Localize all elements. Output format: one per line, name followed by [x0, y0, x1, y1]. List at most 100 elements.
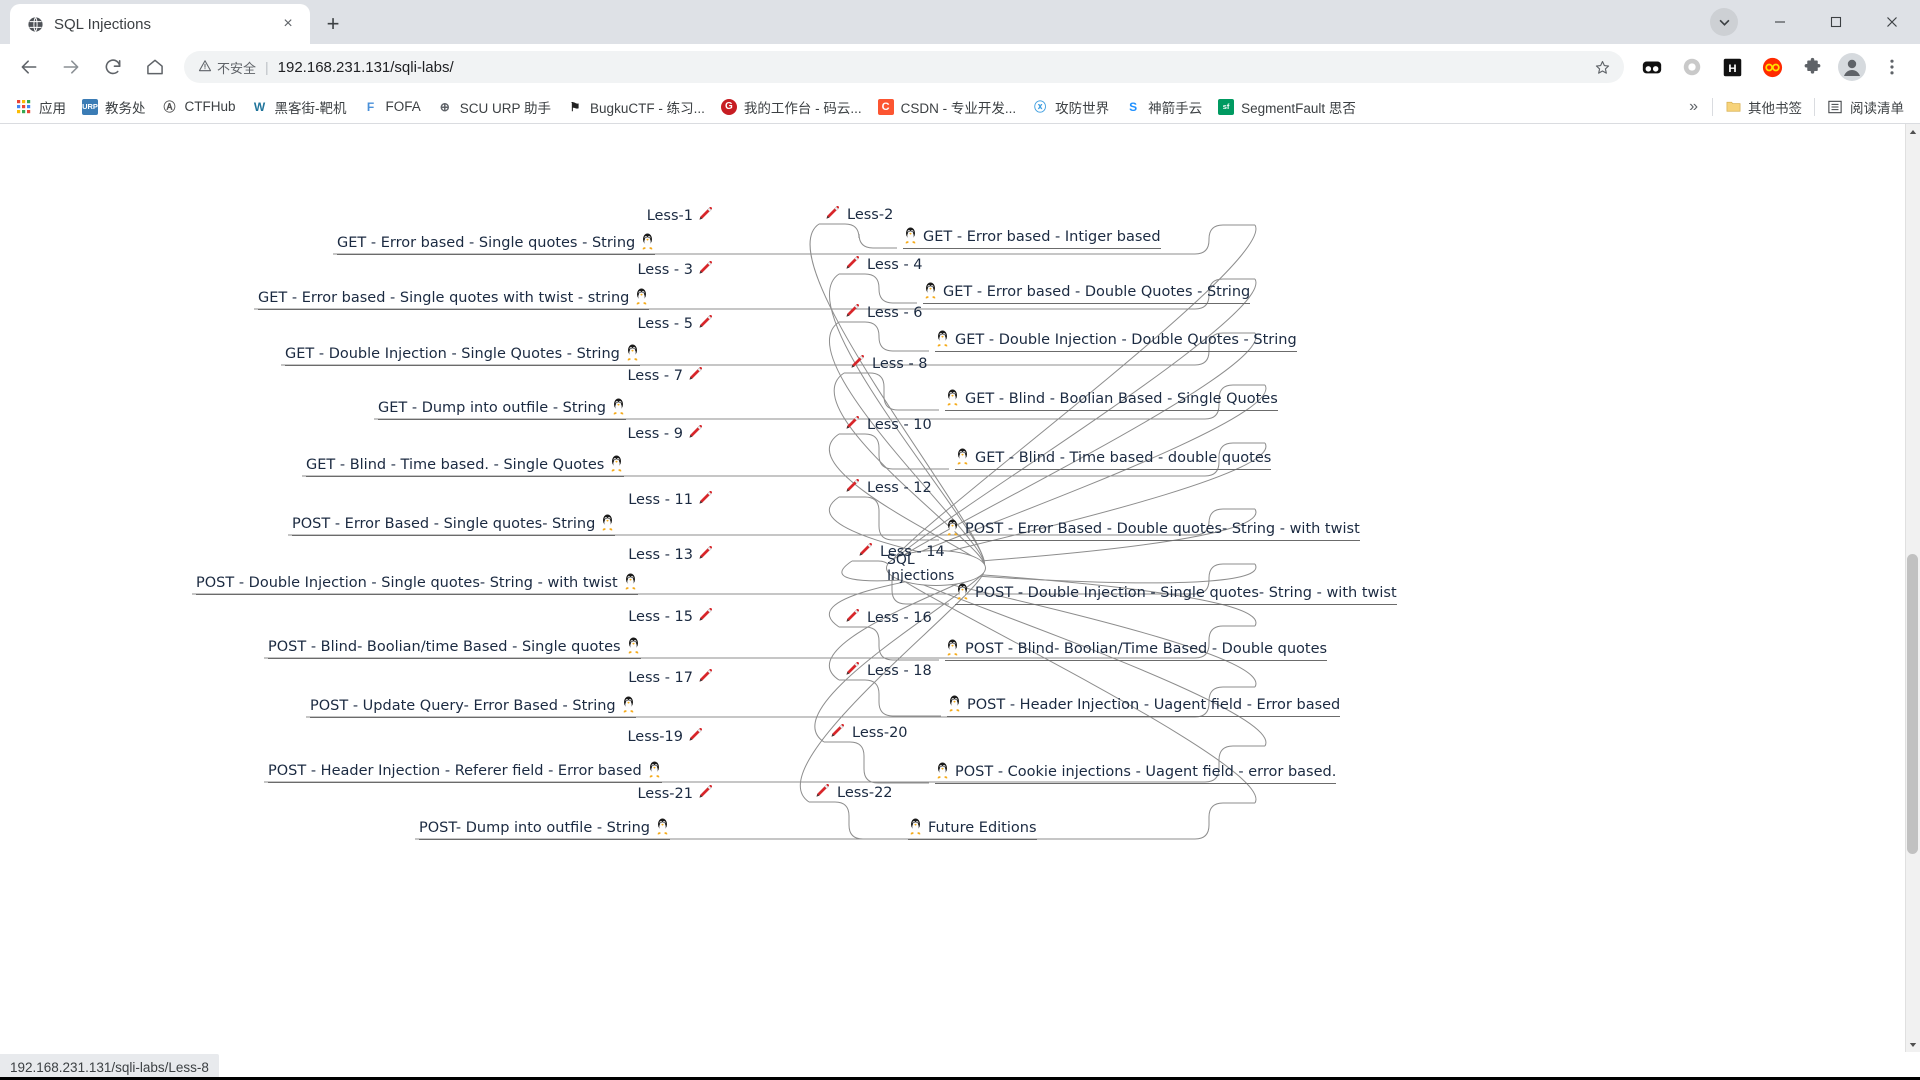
- mindmap-branch-label: Less-19: [627, 728, 683, 745]
- forward-icon[interactable]: [53, 49, 89, 85]
- mindmap-leaf-label: GET - Double Injection - Single Quotes -…: [285, 345, 620, 362]
- bookmark-item-0[interactable]: 应用: [8, 94, 74, 120]
- bookmark-item-3[interactable]: W 黑客街-靶机: [244, 94, 355, 120]
- bookmarks-overflow-button[interactable]: »: [1679, 98, 1708, 116]
- close-window-button[interactable]: [1864, 0, 1920, 44]
- mindmap-leaf-left[interactable]: POST - Double Injection - Single quotes-…: [196, 572, 638, 595]
- mindmap-leaf-right[interactable]: GET - Error based - Double Quotes - Stri…: [923, 281, 1251, 304]
- mindmap-branch-label: Less - 8: [872, 355, 928, 372]
- binoculars-extension-icon[interactable]: [1637, 52, 1667, 82]
- mindmap-leaf-right[interactable]: POST - Blind- Boolian/Time Based - Doubl…: [945, 638, 1328, 661]
- mindmap-connector: [839, 679, 941, 717]
- pen-icon: [845, 609, 862, 626]
- mindmap-branch-right[interactable]: Less - 8: [850, 355, 928, 372]
- reading-list-button[interactable]: 阅读清单: [1819, 94, 1912, 120]
- mindmap-branch-right[interactable]: Less - 16: [845, 609, 932, 626]
- mindmap-leaf-left[interactable]: POST - Blind- Boolian/time Based - Singl…: [268, 636, 641, 659]
- url-text[interactable]: 192.168.231.131/sqli-labs/: [278, 59, 1588, 76]
- mindmap-leaf-left[interactable]: GET - Error based - Single quotes with t…: [258, 287, 650, 310]
- h-extension-icon[interactable]: H: [1717, 52, 1747, 82]
- mindmap-branch-right[interactable]: Less-2: [825, 206, 893, 223]
- mindmap-branch-left[interactable]: Less - 17: [628, 669, 715, 686]
- bookmarks-bar: 应用 URP 教务处 Ⓐ CTFHub W 黑客街-靶机 F FOFA ⊕ SCU URP 助手 ⚑ B…: [0, 90, 1920, 124]
- mindmap-branch-left[interactable]: Less - 5: [637, 315, 715, 332]
- chevron-down-icon[interactable]: [1710, 8, 1738, 36]
- mindmap-leaf-right[interactable]: GET - Blind - Time based - double quotes: [955, 447, 1272, 470]
- close-icon[interactable]: ×: [276, 12, 300, 36]
- circle-extension-icon[interactable]: [1677, 52, 1707, 82]
- infinity-extension-icon[interactable]: [1757, 52, 1787, 82]
- mindmap-leaf-left[interactable]: GET - Dump into outfile - String: [378, 397, 626, 420]
- mindmap-leaf-left[interactable]: POST- Dump into outfile - String: [419, 817, 670, 840]
- profile-avatar-icon[interactable]: [1837, 52, 1867, 82]
- mindmap-leaf-right[interactable]: GET - Double Injection - Double Quotes -…: [935, 329, 1297, 352]
- reload-icon[interactable]: [95, 49, 131, 85]
- bookmark-item-5[interactable]: ⊕ SCU URP 助手: [429, 94, 559, 120]
- new-tab-button[interactable]: +: [316, 7, 350, 41]
- bookmark-item-1[interactable]: URP 教务处: [74, 94, 154, 120]
- mindmap-branch-left[interactable]: Less-19: [627, 728, 705, 745]
- scroll-up-icon[interactable]: [1905, 124, 1920, 139]
- other-bookmarks-folder[interactable]: 其他书签: [1717, 94, 1810, 120]
- mindmap-branch-left[interactable]: Less-1: [647, 207, 715, 224]
- mindmap-branch-left[interactable]: Less - 11: [628, 491, 715, 508]
- mindmap-leaf-label: Future Editions: [928, 819, 1037, 836]
- svg-text:H: H: [1728, 62, 1736, 74]
- globe-icon: ⊕: [439, 99, 450, 114]
- mindmap-branch-left[interactable]: Less - 3: [637, 261, 715, 278]
- mindmap-leaf-right[interactable]: GET - Blind - Boolian Based - Single Quo…: [945, 388, 1278, 411]
- mindmap-branch-right[interactable]: Less - 14: [858, 543, 945, 560]
- mindmap-leaf-left[interactable]: POST - Error Based - Single quotes- Stri…: [292, 513, 616, 536]
- mindmap-leaf-right[interactable]: POST - Header Injection - Uagent field -…: [947, 694, 1341, 717]
- bookmark-item-2[interactable]: Ⓐ CTFHub: [154, 94, 244, 120]
- mindmap-branch-left[interactable]: Less - 13: [628, 546, 715, 563]
- mindmap-leaf-left[interactable]: POST - Header Injection - Referer field …: [268, 760, 662, 783]
- bookmark-item-7[interactable]: G 我的工作台 - 码云...: [713, 94, 870, 120]
- mindmap-leaf-right[interactable]: POST - Cookie injections - Uagent field …: [935, 761, 1337, 784]
- mindmap-branch-right[interactable]: Less - 6: [845, 304, 923, 321]
- mindmap-branch-right[interactable]: Less-22: [815, 784, 893, 801]
- mindmap-leaf-left[interactable]: GET - Error based - Single quotes - Stri…: [337, 232, 656, 255]
- mindmap-branch-right[interactable]: Less - 12: [845, 479, 932, 496]
- wordpress-icon: W: [253, 99, 266, 114]
- bookmark-star-icon[interactable]: [1588, 53, 1616, 81]
- pen-icon: [845, 416, 862, 433]
- bookmark-item-10[interactable]: S 神箭手云: [1117, 94, 1210, 120]
- bookmark-label: SCU URP 助手: [459, 100, 552, 116]
- warning-triangle-icon: [198, 59, 212, 76]
- mindmap-leaf-right[interactable]: GET - Error based - Intiger based: [903, 226, 1161, 249]
- more-menu-icon[interactable]: [1877, 52, 1907, 82]
- bookmark-item-9[interactable]: ⓧ 攻防世界: [1024, 94, 1117, 120]
- mindmap-branch-label: Less-21: [637, 785, 693, 802]
- vertical-scrollbar[interactable]: [1905, 124, 1920, 1052]
- bookmark-item-6[interactable]: ⚑ BugkuCTF - 练习...: [559, 94, 713, 120]
- scroll-down-icon[interactable]: [1905, 1037, 1920, 1052]
- mindmap-leaf-right[interactable]: Future Editions: [908, 817, 1037, 840]
- minimize-button[interactable]: [1752, 0, 1808, 44]
- mindmap-leaf-left[interactable]: POST - Update Query- Error Based - Strin…: [310, 695, 636, 718]
- mindmap-branch-right[interactable]: Less - 4: [845, 256, 923, 273]
- mindmap-leaf-right[interactable]: POST - Double Injection - Single quotes-…: [955, 582, 1397, 605]
- mindmap-branch-left[interactable]: Less - 15: [628, 608, 715, 625]
- scrollbar-thumb[interactable]: [1907, 554, 1918, 854]
- address-bar[interactable]: 不安全 | 192.168.231.131/sqli-labs/: [184, 51, 1624, 83]
- bookmark-item-4[interactable]: F FOFA: [355, 94, 429, 120]
- tux-icon: [625, 343, 640, 364]
- mindmap-branch-left[interactable]: Less-21: [637, 785, 715, 802]
- pen-icon: [688, 728, 705, 745]
- back-icon[interactable]: [11, 49, 47, 85]
- mindmap-branch-left[interactable]: Less - 9: [627, 425, 705, 442]
- puzzle-extensions-icon[interactable]: [1797, 52, 1827, 82]
- mindmap-leaf-left[interactable]: GET - Double Injection - Single Quotes -…: [285, 343, 640, 366]
- maximize-button[interactable]: [1808, 0, 1864, 44]
- mindmap-branch-right[interactable]: Less-20: [830, 724, 908, 741]
- home-icon[interactable]: [137, 49, 173, 85]
- browser-tab[interactable]: SQL Injections ×: [10, 4, 310, 44]
- bookmark-item-11[interactable]: sf SegmentFault 思否: [1210, 94, 1364, 120]
- mindmap-leaf-right[interactable]: POST - Error Based - Double quotes- Stri…: [945, 518, 1360, 541]
- mindmap-branch-right[interactable]: Less - 18: [845, 662, 932, 679]
- mindmap-leaf-left[interactable]: GET - Blind - Time based. - Single Quote…: [306, 454, 625, 477]
- mindmap-branch-right[interactable]: Less - 10: [845, 416, 932, 433]
- bookmark-item-8[interactable]: C CSDN - 专业开发...: [870, 94, 1025, 120]
- mindmap-branch-left[interactable]: Less - 7: [627, 367, 705, 384]
